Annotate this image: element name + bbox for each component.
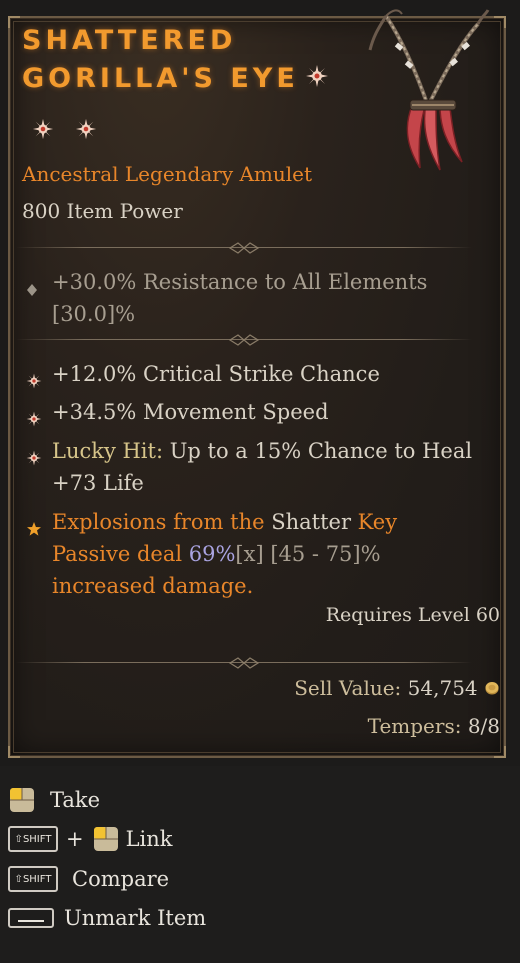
shift-key-label: SHIFT [22, 873, 52, 885]
affix-text: +34.5% Movement Speed [52, 400, 329, 424]
implicit-stat: +30.0% Resistance to All Elements [30.0]% [22, 266, 474, 330]
greater-affix-icon [26, 366, 42, 398]
item-power-label: 800 Item Power [22, 199, 183, 223]
affix-stat: Lucky Hit: Up to a 15% Chance to Heal +7… [22, 435, 474, 499]
aspect-range: [45 - 75]% [263, 542, 381, 566]
affix-text: +12.0% Critical Strike Chance [52, 362, 380, 386]
implicit-range: [30.0]% [52, 302, 136, 326]
sell-label: Sell Value: [294, 676, 402, 700]
sell-value: Sell Value: 54,754 [294, 676, 500, 700]
greater-affix-icon [32, 118, 54, 144]
divider [16, 242, 472, 254]
divider [16, 657, 472, 669]
take-label: Take [50, 788, 101, 812]
item-name: SHATTERED GORILLA'S EYE [22, 22, 342, 99]
affix-stat: +34.5% Movement Speed [22, 396, 474, 428]
amulet-item-image [366, 6, 490, 174]
corner-ornament [8, 746, 20, 758]
link-label: Link [125, 827, 173, 851]
greater-affix-sigils [32, 118, 113, 144]
aspect-star-icon [26, 514, 42, 546]
aspect-text-1: Explosions from the [52, 510, 272, 534]
resistance-diamond-icon [26, 274, 38, 306]
greater-affix-icon [26, 404, 42, 436]
aspect-skill: Shatter [271, 510, 351, 534]
item-type-label: Ancestral Legendary Amulet [22, 162, 313, 186]
aspect-value: 69% [188, 542, 236, 566]
corner-ornament [494, 16, 506, 28]
link-action[interactable]: ⇧ SHIFT + Link [8, 824, 173, 854]
greater-affix-icon [305, 61, 329, 99]
mouse-left-icon [92, 826, 120, 852]
tempers-value: 8/8 [467, 714, 500, 738]
gold-coin-icon [484, 676, 500, 700]
compare-action[interactable]: ⇧ SHIFT Compare [8, 864, 169, 894]
compare-label: Compare [72, 867, 170, 891]
aspect-stat: Explosions from the Shatter Key Passive … [22, 506, 474, 602]
shift-key-icon: ⇧ SHIFT [8, 826, 58, 852]
corner-ornament [8, 16, 20, 28]
item-name-line1: SHATTERED [22, 25, 237, 56]
greater-affix-icon [75, 118, 97, 144]
corner-ornament [494, 746, 506, 758]
aspect-text-3: increased damage. [52, 574, 254, 598]
mouse-left-icon [8, 787, 36, 813]
divider-ornament-icon [228, 657, 260, 669]
aspect-multiplier: [x] [235, 542, 264, 566]
sell-amount: 54,754 [407, 676, 478, 700]
divider-ornament-icon [228, 242, 260, 254]
tempers: Tempers: 8/8 [368, 714, 500, 738]
plus-sign: + [66, 827, 84, 851]
required-level: Requires Level 60 [325, 604, 500, 626]
unmark-action[interactable]: Unmark Item [8, 903, 206, 933]
take-action[interactable]: Take [8, 785, 100, 815]
implicit-value: +30.0% Resistance to All Elements [52, 270, 428, 294]
affix-stat: +12.0% Critical Strike Chance [22, 358, 474, 390]
item-name-line2: GORILLA'S EYE [22, 63, 299, 94]
unmark-label: Unmark Item [64, 906, 207, 930]
tempers-label: Tempers: [367, 714, 462, 738]
divider-ornament-icon [228, 334, 260, 346]
shift-key-label: SHIFT [22, 833, 52, 845]
shift-key-icon: ⇧ SHIFT [8, 866, 58, 892]
divider [16, 334, 472, 346]
lucky-hit-label: Lucky Hit: [52, 439, 164, 463]
space-key-icon [8, 908, 54, 928]
greater-affix-icon [26, 443, 42, 475]
